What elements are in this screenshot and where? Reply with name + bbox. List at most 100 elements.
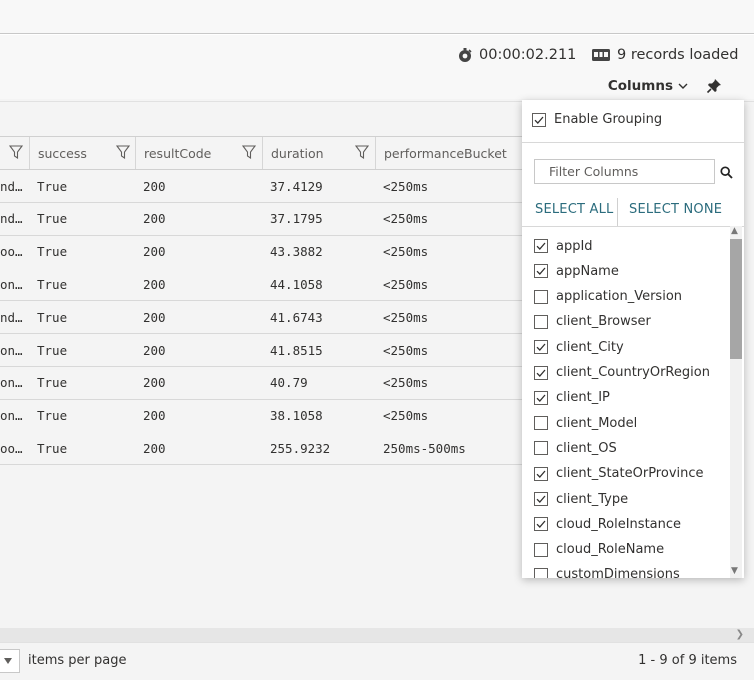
column-option[interactable]: cloud_RoleInstance [534, 514, 681, 534]
table-cell: 200 [143, 440, 166, 456]
table-row[interactable]: nd… True 200 41.6743 <250ms [0, 301, 522, 335]
columns-button[interactable]: Columns [608, 78, 688, 94]
caret-down-icon [4, 658, 12, 664]
table-row[interactable]: on… True 200 44.1058 <250ms [0, 268, 522, 302]
column-option-label: client_CountryOrRegion [556, 365, 710, 380]
duration-text: 00:00:02.211 [479, 47, 577, 63]
checkbox[interactable] [534, 416, 548, 431]
top-bar [0, 0, 754, 34]
enable-grouping-checkbox[interactable]: Enable Grouping [532, 112, 662, 127]
table-cell: nd… [0, 309, 23, 325]
column-option[interactable]: customDimensions [534, 565, 680, 578]
table-cell: nd… [0, 178, 23, 194]
filter-columns-input[interactable] [534, 159, 715, 184]
checkbox[interactable] [534, 365, 548, 380]
column-option[interactable]: appId [534, 236, 593, 256]
column-option-label: appName [556, 263, 619, 279]
column-option-label: client_Model [556, 415, 638, 431]
column-option[interactable]: client_Browser [534, 312, 651, 332]
checkbox[interactable] [534, 492, 548, 506]
columns-panel: Enable Grouping SELECT ALL SELECT NONE a… [522, 100, 744, 578]
table-cell: oo… [0, 440, 23, 456]
table-cell: 250ms-500ms [383, 440, 466, 456]
column-option[interactable]: client_OS [534, 438, 617, 458]
column-header-performancebucket[interactable]: performanceBucket [375, 137, 522, 169]
column-option[interactable]: client_City [534, 337, 624, 357]
records-text: 9 records loaded [617, 47, 739, 63]
table-cell: <250ms [383, 309, 429, 325]
table-cell: <250ms [383, 244, 429, 260]
table-cell: on… [0, 375, 23, 391]
checkbox[interactable] [534, 264, 548, 279]
table-cell: 200 [143, 244, 166, 260]
checkbox[interactable] [534, 567, 548, 578]
divider [617, 198, 618, 226]
table-row[interactable]: oo… True 200 43.3882 <250ms [0, 235, 522, 269]
horizontal-scrollbar[interactable]: ❯ [0, 628, 754, 642]
filter-icon[interactable] [9, 145, 23, 159]
column-option[interactable]: client_StateOrProvince [534, 464, 704, 484]
header-label: resultCode [144, 145, 212, 161]
table-cell: 41.8515 [270, 342, 323, 358]
table-cell: True [37, 440, 68, 456]
column-option[interactable]: client_IP [534, 388, 610, 408]
column-option[interactable]: appName [534, 261, 619, 281]
scrollbar-thumb[interactable] [730, 239, 742, 359]
checkbox[interactable] [534, 289, 548, 304]
column-option-label: client_IP [556, 390, 610, 406]
column-option[interactable]: client_Model [534, 413, 637, 433]
checkbox[interactable] [532, 112, 546, 127]
items-per-page-select[interactable] [0, 649, 20, 673]
chevron-down-icon [678, 82, 688, 90]
checkbox[interactable] [534, 314, 548, 329]
chevron-right-icon[interactable]: ❯ [736, 629, 744, 640]
search-icon[interactable] [720, 166, 733, 179]
filter-icon[interactable] [242, 145, 256, 159]
table-cell: 38.1058 [270, 408, 323, 424]
checkbox[interactable] [534, 517, 548, 532]
chevron-up-icon[interactable]: ▲ [731, 226, 738, 236]
column-option[interactable]: client_CountryOrRegion [534, 363, 710, 383]
table-cell: True [37, 211, 68, 227]
column-option[interactable]: application_Version [534, 287, 682, 307]
table-row[interactable]: on… True 200 40.79 <250ms [0, 366, 522, 400]
pagination-footer: items per page 1 - 9 of 9 items [0, 642, 754, 680]
table-row[interactable]: on… True 200 41.8515 <250ms [0, 334, 522, 367]
table-row[interactable]: nd… True 200 37.1795 <250ms [0, 202, 522, 236]
status-bar: 00:00:02.211 9 records loaded Columns [0, 35, 754, 99]
column-list: appId appName application_Version client_Br… [522, 234, 730, 578]
table-cell: 200 [143, 408, 166, 424]
table-row[interactable]: nd… True 200 37.4129 <250ms [0, 170, 522, 203]
column-option-label: cloud_RoleName [556, 542, 665, 558]
checkbox[interactable] [534, 441, 548, 456]
column-option[interactable]: client_Type [534, 489, 628, 509]
table-row[interactable]: oo… True 200 255.9232 250ms-500ms [0, 432, 522, 466]
checkbox[interactable] [534, 466, 548, 481]
vertical-scrollbar[interactable]: ▲ ▼ [730, 226, 742, 578]
column-option-label: customDimensions [556, 567, 680, 578]
select-all-button[interactable]: SELECT ALL [535, 202, 613, 217]
chevron-down-icon[interactable]: ▼ [731, 566, 738, 576]
checkbox[interactable] [534, 542, 548, 557]
paging-summary: 1 - 9 of 9 items [638, 653, 737, 668]
filter-icon[interactable] [355, 145, 369, 159]
table-cell: nd… [0, 211, 23, 227]
stopwatch-icon [457, 47, 473, 63]
table-cell: <250ms [383, 276, 429, 292]
header-label: performanceBucket [384, 145, 507, 161]
table-cell: 37.1795 [270, 211, 323, 227]
table-row[interactable]: on… True 200 38.1058 <250ms [0, 399, 522, 433]
pin-icon[interactable] [706, 78, 722, 94]
checkbox[interactable] [534, 340, 548, 355]
column-option-label: cloud_RoleInstance [556, 516, 682, 532]
checkbox[interactable] [534, 390, 548, 405]
column-option[interactable]: cloud_RoleName [534, 540, 664, 560]
select-none-button[interactable]: SELECT NONE [629, 202, 722, 217]
checkbox[interactable] [534, 239, 548, 253]
table-cell: on… [0, 342, 23, 358]
filter-icon[interactable] [116, 145, 130, 159]
table-cell: on… [0, 408, 23, 424]
query-duration: 00:00:02.211 [457, 44, 576, 66]
items-per-page-label: items per page [28, 653, 127, 668]
table-cell: 41.6743 [270, 309, 323, 325]
